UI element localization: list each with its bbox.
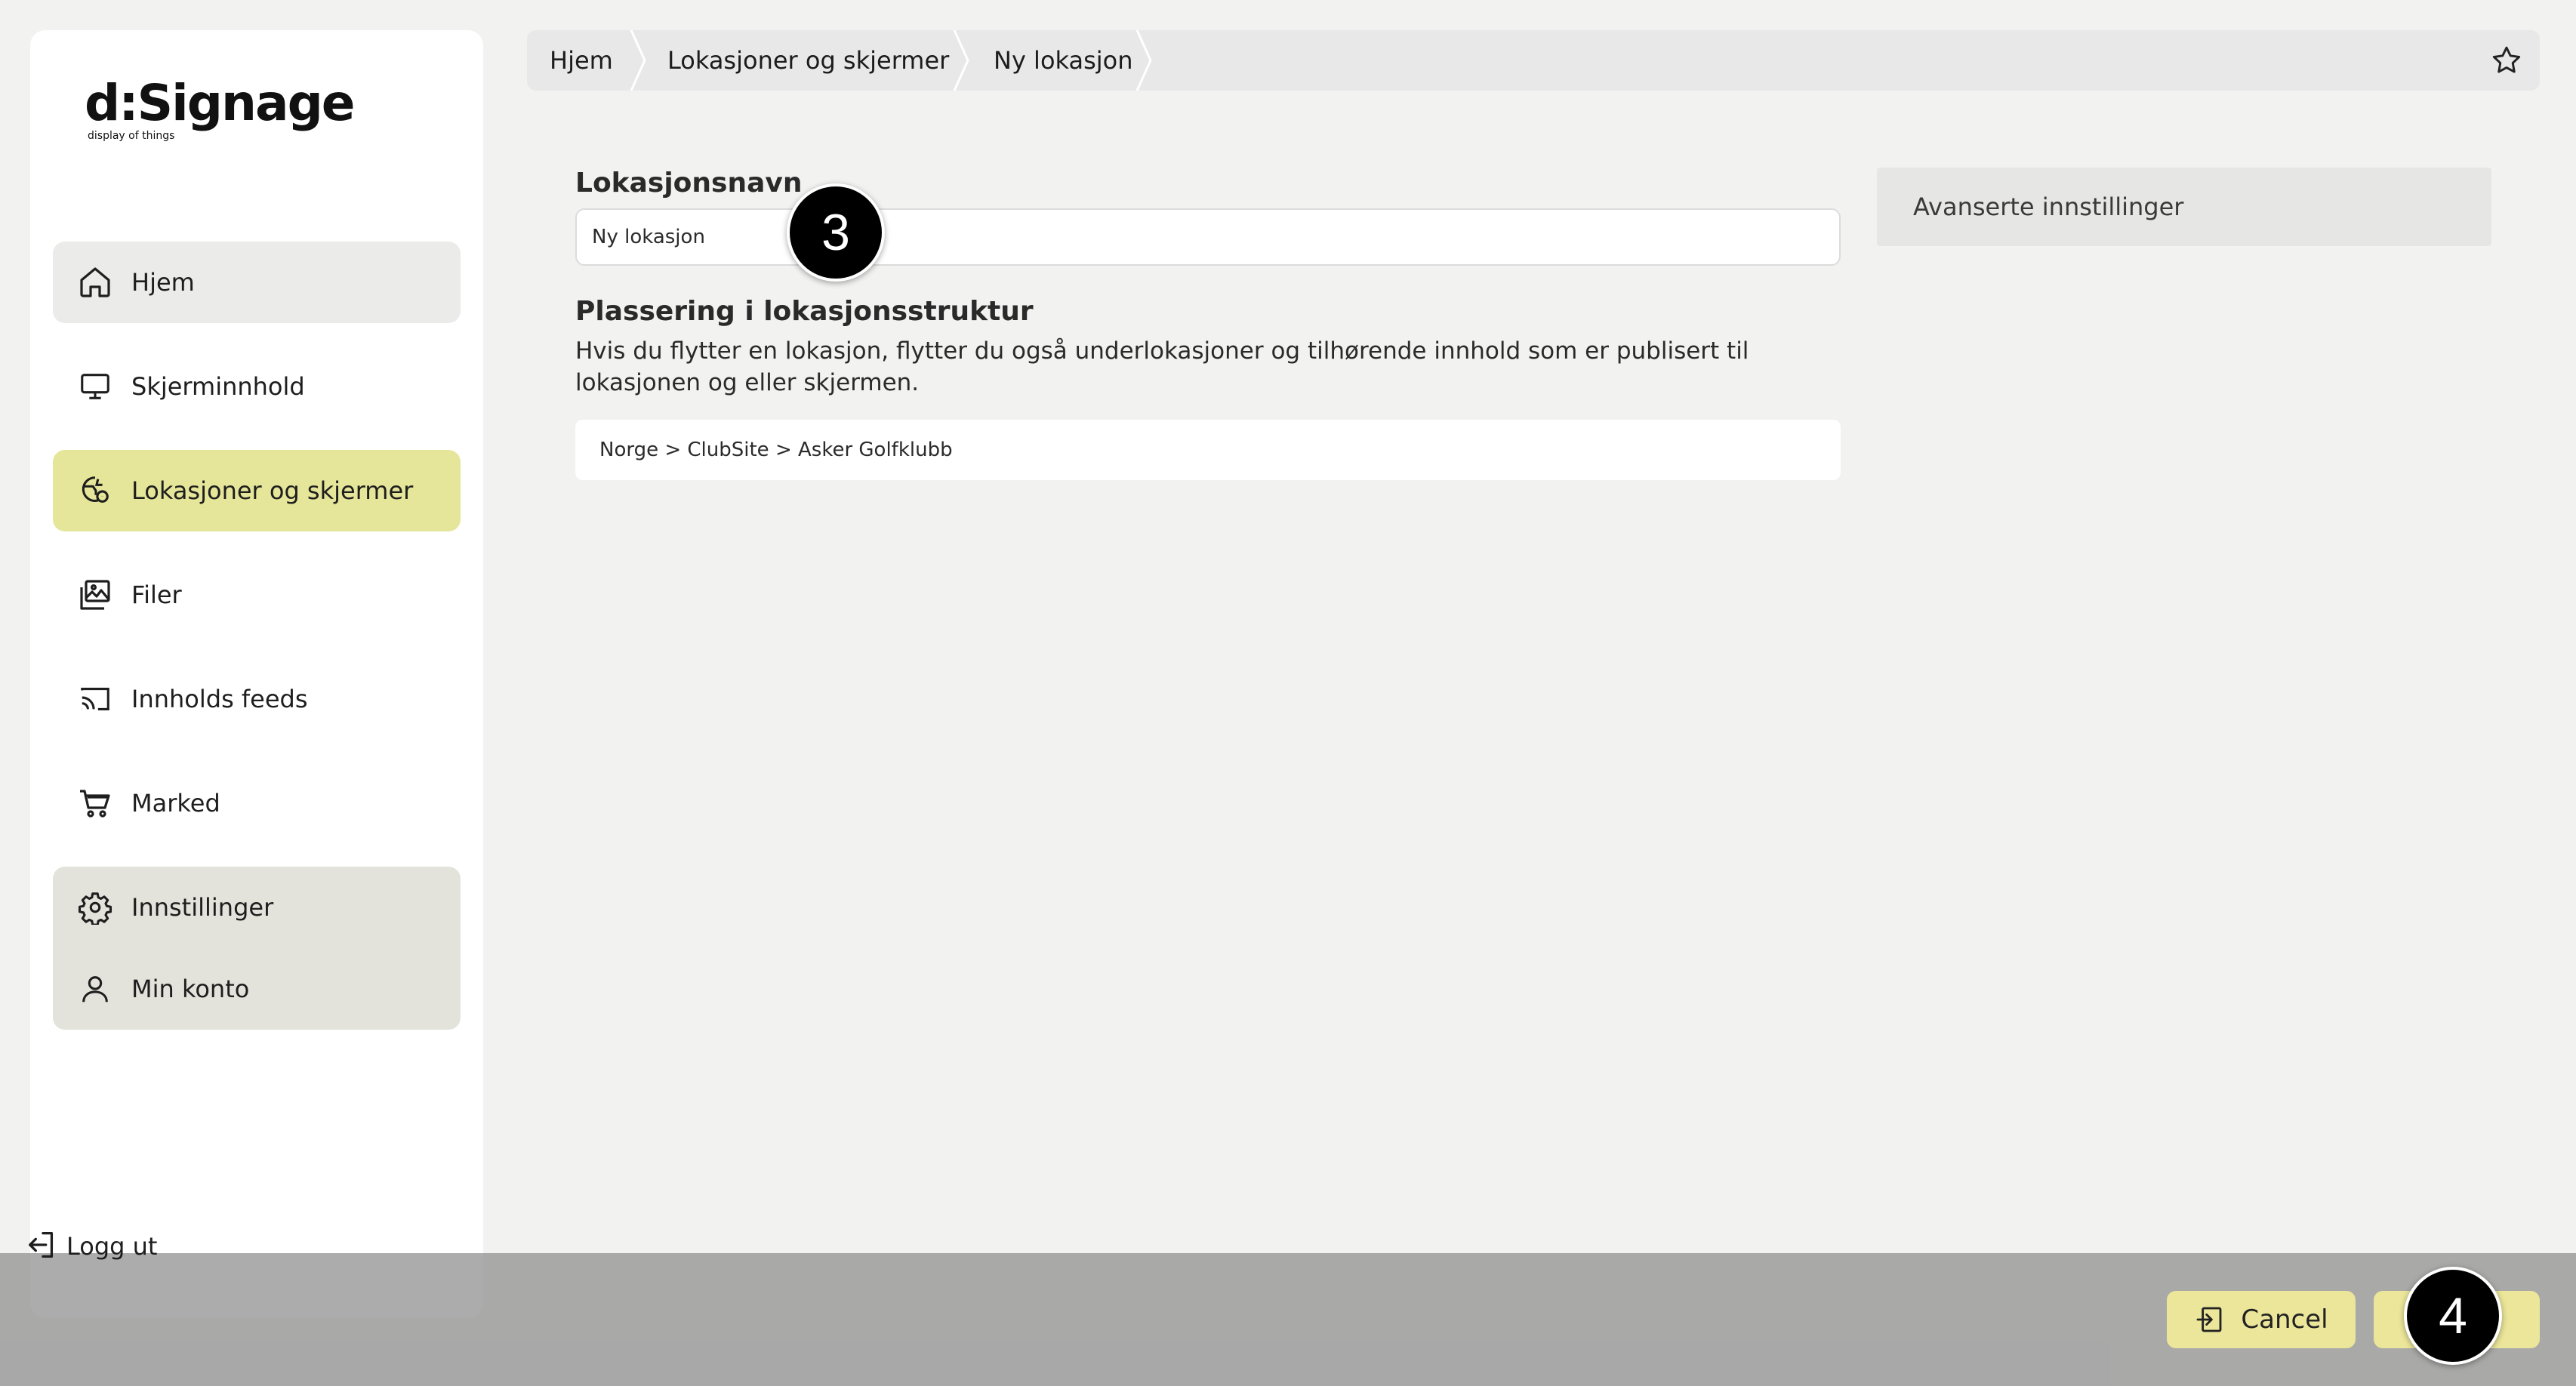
sidebar-item-label: Innholds feeds — [131, 685, 308, 713]
sidebar-item-label: Hjem — [131, 268, 195, 297]
breadcrumb-separator — [630, 30, 646, 91]
user-icon — [75, 969, 115, 1009]
breadcrumb: Hjem Lokasjoner og skjermer Ny lokasjon — [527, 30, 2540, 91]
sidebar-item-label: Skjerminnhold — [131, 372, 305, 401]
breadcrumb-separator — [953, 30, 969, 91]
breadcrumb-item-locations[interactable]: Lokasjoner og skjermer — [667, 30, 949, 91]
location-name-label: Lokasjonsnavn — [575, 168, 803, 199]
sidebar-item-label: Filer — [131, 581, 182, 609]
sidebar-item-my-account[interactable]: Min konto — [53, 948, 461, 1030]
location-path-selector[interactable]: Norge > ClubSite > Asker Golfklubb — [575, 420, 1841, 480]
logout-label: Logg ut — [66, 1232, 158, 1261]
sidebar-item-label: Lokasjoner og skjermer — [131, 476, 414, 505]
sidebar-item-label: Marked — [131, 789, 220, 818]
location-name-value: Ny lokasjon — [592, 226, 705, 248]
sidebar-item-locations[interactable]: Lokasjoner og skjermer — [53, 450, 461, 531]
step-marker-4: 4 — [2404, 1267, 2502, 1365]
star-icon[interactable] — [2490, 44, 2523, 80]
breadcrumb-item-home[interactable]: Hjem — [550, 30, 613, 91]
breadcrumb-item-new-location: Ny lokasjon — [994, 46, 1133, 75]
settings-group: Innstillinger Min konto — [53, 867, 461, 1030]
location-name-input[interactable]: Ny lokasjon — [575, 208, 1841, 266]
images-icon — [75, 575, 115, 614]
sidebar-item-label: Innstillinger — [131, 893, 274, 922]
placement-label: Plassering i lokasjonsstruktur — [575, 296, 1034, 327]
brand-name: d:Signage — [85, 74, 356, 132]
sidebar-item-home[interactable]: Hjem — [53, 242, 461, 323]
sidebar-item-screen-content[interactable]: Skjerminnhold — [53, 346, 461, 427]
cart-icon — [75, 784, 115, 823]
sidebar-item-market[interactable]: Marked — [53, 762, 461, 844]
placement-description: Hvis du flytter en lokasjon, flytter du … — [575, 337, 1749, 396]
breadcrumb-separator — [1135, 30, 1152, 91]
cancel-button[interactable]: Cancel — [2167, 1291, 2356, 1348]
sidebar-item-settings[interactable]: Innstillinger — [53, 867, 461, 948]
brand-logo[interactable]: d:Signage display of things — [85, 74, 356, 143]
location-screen-icon — [75, 471, 115, 510]
logout-button[interactable]: Logg ut — [24, 1227, 157, 1265]
advanced-settings-label: Avanserte innstillinger — [1913, 192, 2184, 221]
advanced-settings-panel[interactable]: Avanserte innstillinger — [1877, 168, 2491, 246]
gear-icon — [75, 888, 115, 927]
sidebar: d:Signage display of things Hjem Skjermi… — [30, 30, 483, 1318]
sidebar-item-label: Min konto — [131, 975, 250, 1003]
logout-icon — [24, 1227, 59, 1265]
sidebar-item-content-feeds[interactable]: Innholds feeds — [53, 658, 461, 740]
sidebar-item-files[interactable]: Filer — [53, 554, 461, 636]
home-icon — [75, 263, 115, 302]
cast-icon — [75, 679, 115, 719]
cancel-label: Cancel — [2241, 1304, 2328, 1335]
location-path-value: Norge > ClubSite > Asker Golfklubb — [599, 439, 953, 461]
cancel-icon — [2194, 1304, 2224, 1335]
monitor-icon — [75, 367, 115, 406]
step-marker-3: 3 — [787, 183, 885, 282]
